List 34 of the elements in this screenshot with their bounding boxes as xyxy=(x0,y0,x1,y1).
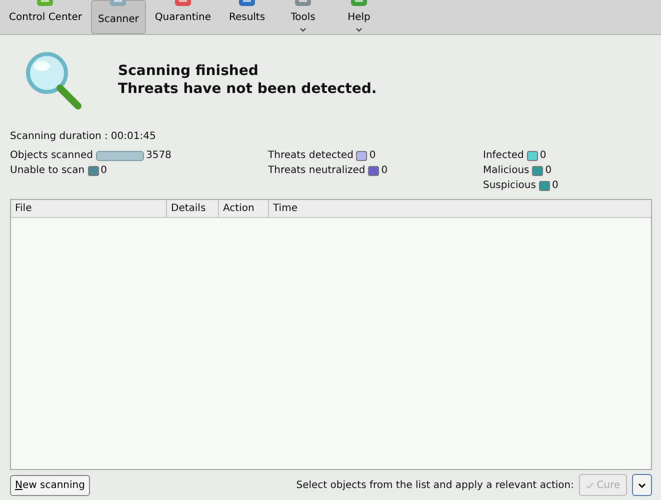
stat-value: 0 xyxy=(540,150,546,161)
toolbar-tab[interactable]: Tools xyxy=(276,0,330,34)
action-hint: Select objects from the list and apply a relevant action: xyxy=(296,480,574,490)
toolbar-tab[interactable]: Help xyxy=(332,0,386,34)
stat-label: Suspicious xyxy=(483,180,536,191)
column-header[interactable]: File xyxy=(11,200,166,217)
stat-value: 0 xyxy=(369,150,376,161)
new-scanning-button[interactable]: New scanning xyxy=(10,474,90,496)
column-header[interactable]: Details xyxy=(166,200,218,217)
column-header[interactable]: Action xyxy=(218,200,268,217)
chevron-icon xyxy=(638,482,646,488)
stat-label: Threats neutralized xyxy=(268,165,366,176)
stat-label: Unable to scan xyxy=(10,165,85,176)
stat-label: Infected xyxy=(483,150,524,161)
stat-value: 0 xyxy=(100,165,108,176)
checkmark-icon xyxy=(586,480,594,490)
toolbar-tab[interactable]: Control Center xyxy=(2,0,89,34)
stat-label: Threats detected xyxy=(268,150,354,161)
stat-value: 0 xyxy=(552,180,558,191)
dropdown-button[interactable] xyxy=(632,474,652,496)
stat-value: 0 xyxy=(381,165,388,176)
status-message: Threats have not been detected. xyxy=(118,80,377,98)
toolbar-tab[interactable]: Scanner xyxy=(90,0,146,34)
stat-value: 3578 xyxy=(146,150,172,161)
toolbar-tab[interactable]: Quarantine xyxy=(148,0,218,34)
duration-label: Scanning duration : xyxy=(10,130,108,142)
stat-label: Malicious xyxy=(483,165,530,176)
stat-label: Objects scanned xyxy=(10,150,93,161)
magnifier-icon xyxy=(24,50,84,110)
status-title: Scanning finished xyxy=(118,62,260,80)
toolbar-tab[interactable]: Results xyxy=(220,0,274,34)
column-header[interactable]: Time xyxy=(268,200,651,217)
duration-value: 00:01:45 xyxy=(110,130,156,142)
stat-value: 0 xyxy=(545,165,552,176)
